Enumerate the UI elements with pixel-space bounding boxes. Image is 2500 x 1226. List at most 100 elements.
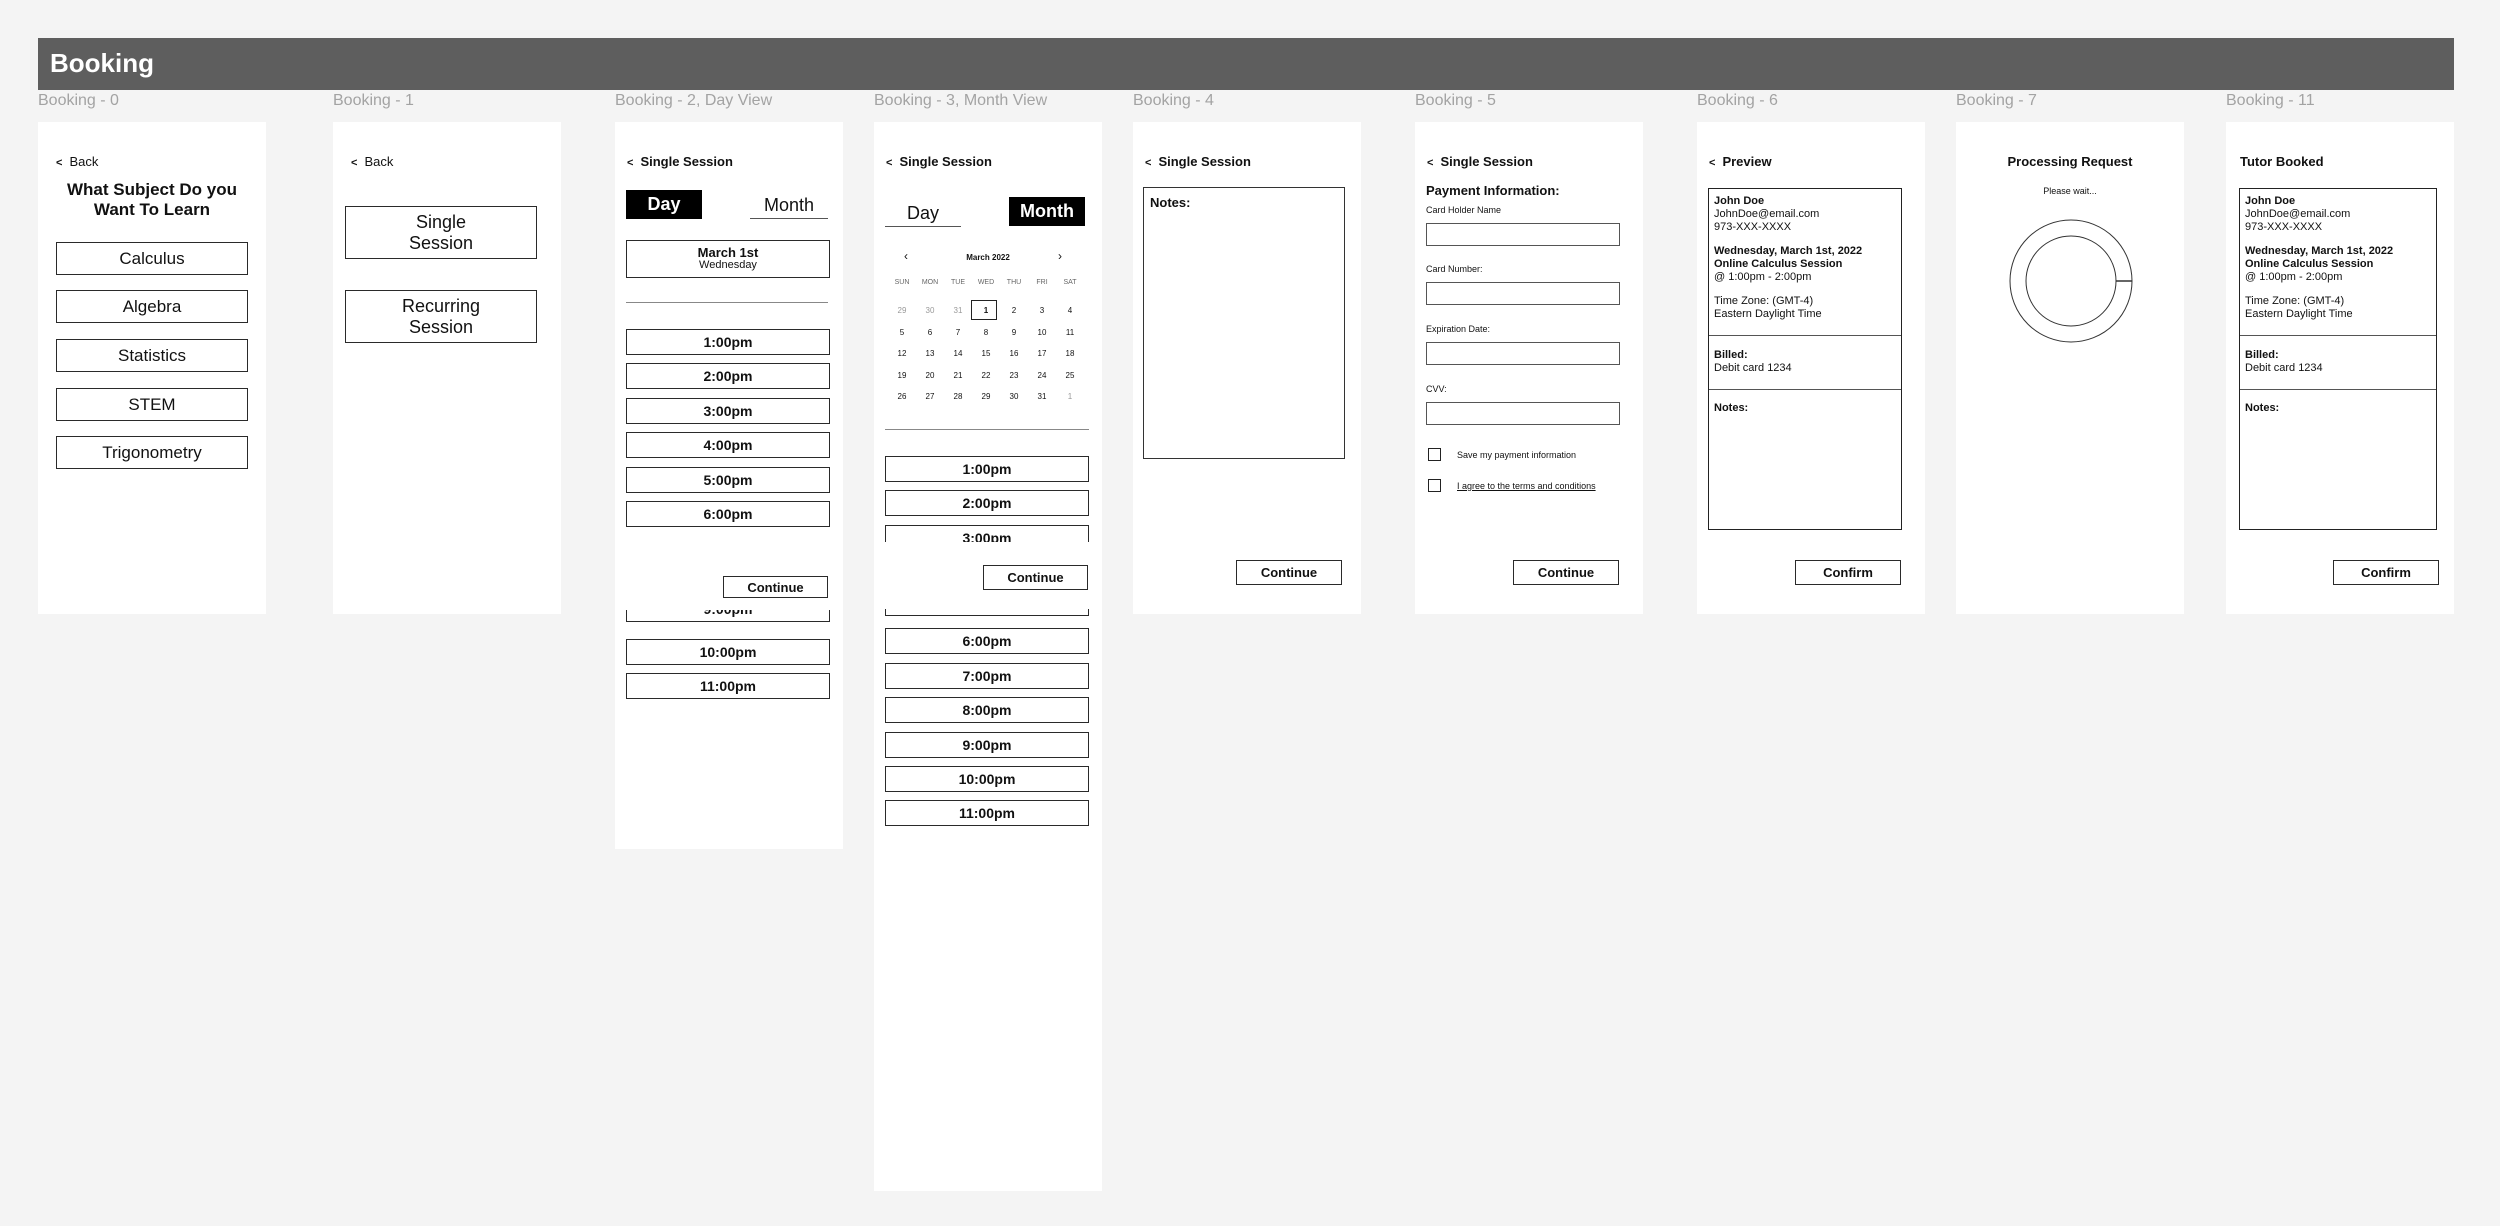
continue-button[interactable]: Continue — [983, 565, 1088, 590]
expiration-date-input[interactable] — [1426, 342, 1620, 365]
summary-session-type: Online Calculus Session — [2245, 258, 2374, 270]
time-slot-6pm[interactable]: 6:00pm — [626, 501, 830, 527]
cvv-input[interactable] — [1426, 402, 1620, 425]
subject-button-stem[interactable]: STEM — [56, 388, 248, 421]
time-slot-1pm[interactable]: 1:00pm — [626, 329, 830, 355]
calendar-day[interactable]: 10 — [1028, 328, 1056, 350]
calendar-day[interactable]: 28 — [944, 392, 972, 414]
time-slot-11pm[interactable]: 11:00pm — [885, 800, 1089, 826]
calendar-day[interactable]: 11 — [1056, 328, 1084, 350]
divider — [1709, 335, 1901, 336]
time-slot-8pm[interactable]: 8:00pm — [885, 697, 1089, 723]
back-button[interactable]: < Single Session — [1427, 154, 1533, 169]
calendar-day[interactable]: 31 — [944, 306, 972, 328]
calendar-day[interactable]: 20 — [916, 371, 944, 393]
calendar-day[interactable]: 8 — [972, 328, 1000, 350]
time-slot-9pm: 9:00pm — [626, 610, 830, 622]
calendar-day[interactable]: 23 — [1000, 371, 1028, 393]
calendar-day[interactable]: 22 — [972, 371, 1000, 393]
time-slot-11pm[interactable]: 11:00pm — [626, 673, 830, 699]
time-slot-1pm[interactable]: 1:00pm — [885, 456, 1089, 482]
calendar-day[interactable]: 1 — [1056, 392, 1084, 414]
calendar-day[interactable]: 25 — [1056, 371, 1084, 393]
tab-day[interactable]: Day — [626, 190, 702, 219]
time-slot-3pm-partial[interactable]: 3:00pm — [885, 525, 1089, 542]
tab-day[interactable]: Day — [885, 200, 961, 227]
calendar-day[interactable]: 31 — [1028, 392, 1056, 414]
confirm-button[interactable]: Confirm — [1795, 560, 1901, 585]
weekday-tue: TUE — [951, 279, 965, 286]
frame-label-booking-2: Booking - 2, Day View — [615, 92, 773, 109]
time-slot-10pm[interactable]: 10:00pm — [885, 766, 1089, 792]
time-slot-hidden-partial[interactable] — [885, 609, 1089, 616]
calendar-day[interactable]: 3 — [1028, 306, 1056, 328]
continue-button[interactable]: Continue — [1236, 560, 1342, 585]
calendar-day[interactable]: 26 — [888, 392, 916, 414]
calendar-day[interactable]: 19 — [888, 371, 916, 393]
continue-button[interactable]: Continue — [723, 576, 828, 598]
time-slot-6pm[interactable]: 6:00pm — [885, 628, 1089, 654]
booking-summary-card: John Doe JohnDoe@email.com 973-XXX-XXXX … — [1708, 188, 1902, 530]
single-session-button[interactable]: Single Session — [345, 206, 537, 259]
calendar-day[interactable]: 7 — [944, 328, 972, 350]
back-button[interactable]: < Back — [351, 154, 393, 169]
back-button[interactable]: < Single Session — [886, 154, 992, 169]
continue-button[interactable]: Continue — [1513, 560, 1619, 585]
calendar-day[interactable]: 9 — [1000, 328, 1028, 350]
calendar-day[interactable]: 16 — [1000, 349, 1028, 371]
calendar-day[interactable]: 2 — [1000, 306, 1028, 328]
time-slot-2pm[interactable]: 2:00pm — [626, 363, 830, 389]
time-slot-5pm[interactable]: 5:00pm — [626, 467, 830, 493]
calendar-day[interactable]: 24 — [1028, 371, 1056, 393]
calendar-day[interactable]: 18 — [1056, 349, 1084, 371]
notes-textarea[interactable]: Notes: — [1143, 187, 1345, 459]
subject-button-trigonometry[interactable]: Trigonometry — [56, 436, 248, 469]
save-payment-checkbox[interactable] — [1428, 448, 1441, 461]
terms-link[interactable]: I agree to the terms and conditions — [1457, 481, 1596, 491]
summary-session-type: Online Calculus Session — [1714, 258, 1843, 270]
notes-label: Notes: — [1150, 195, 1191, 210]
subject-button-calculus[interactable]: Calculus — [56, 242, 248, 275]
calendar-day[interactable]: 27 — [916, 392, 944, 414]
summary-email: JohnDoe@email.com — [1714, 208, 1820, 220]
time-slot-10pm[interactable]: 10:00pm — [626, 639, 830, 665]
calendar-day[interactable]: 13 — [916, 349, 944, 371]
divider — [1709, 389, 1901, 390]
calendar-day[interactable]: 29 — [972, 392, 1000, 414]
time-slot-9pm-partial[interactable]: 9:00pm — [626, 610, 830, 622]
calendar-day[interactable]: 29 — [888, 306, 916, 328]
tab-month[interactable]: Month — [1009, 197, 1085, 226]
time-slot-2pm[interactable]: 2:00pm — [885, 490, 1089, 516]
calendar-day[interactable]: 4 — [1056, 306, 1084, 328]
calendar-day-selected[interactable]: 1 — [972, 306, 1000, 328]
back-button[interactable]: < Preview — [1709, 154, 1772, 169]
time-slot-3pm[interactable]: 3:00pm — [626, 398, 830, 424]
calendar-day[interactable]: 15 — [972, 349, 1000, 371]
subject-button-algebra[interactable]: Algebra — [56, 290, 248, 323]
calendar-day[interactable]: 6 — [916, 328, 944, 350]
chevron-right-icon[interactable]: › — [1058, 249, 1062, 263]
card-holder-name-input[interactable] — [1426, 223, 1620, 246]
calendar-day[interactable]: 21 — [944, 371, 972, 393]
calendar-day[interactable]: 30 — [1000, 392, 1028, 414]
back-button[interactable]: < Single Session — [1145, 154, 1251, 169]
calendar-day[interactable]: 30 — [916, 306, 944, 328]
processing-subtitle: Please wait... — [2043, 186, 2097, 196]
calendar-day[interactable]: 5 — [888, 328, 916, 350]
calendar-day[interactable]: 12 — [888, 349, 916, 371]
time-slot-7pm[interactable]: 7:00pm — [885, 663, 1089, 689]
subject-button-statistics[interactable]: Statistics — [56, 339, 248, 372]
back-button[interactable]: < Back — [56, 154, 98, 169]
card-number-input[interactable] — [1426, 282, 1620, 305]
time-slot-9pm[interactable]: 9:00pm — [885, 732, 1089, 758]
tab-month[interactable]: Month — [750, 192, 828, 219]
back-button[interactable]: < Single Session — [627, 154, 733, 169]
recurring-session-button[interactable]: Recurring Session — [345, 290, 537, 343]
summary-contact: John Doe JohnDoe@email.com 973-XXX-XXXX — [2245, 195, 2350, 234]
nav-title: Single Session — [1440, 154, 1533, 169]
time-slot-4pm[interactable]: 4:00pm — [626, 432, 830, 458]
confirm-button[interactable]: Confirm — [2333, 560, 2439, 585]
calendar-day[interactable]: 14 — [944, 349, 972, 371]
terms-checkbox[interactable] — [1428, 479, 1441, 492]
calendar-day[interactable]: 17 — [1028, 349, 1056, 371]
